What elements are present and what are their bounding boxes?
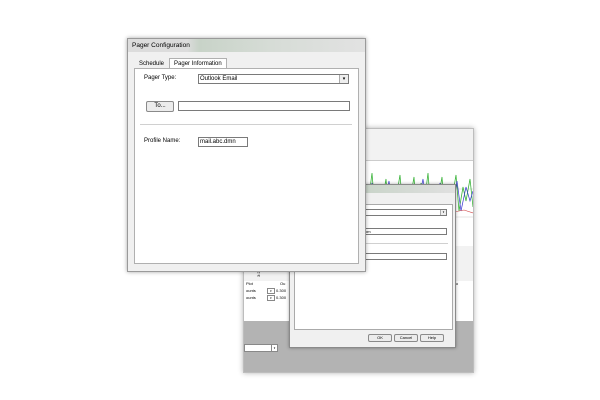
- column-header-plot: Plot: [246, 281, 253, 286]
- dialog-title: Pager Configuration: [128, 39, 365, 52]
- dialog-panel: Pager Type: Outlook Email ▾ To... Profil…: [134, 68, 359, 264]
- row-value: 0.300: [276, 288, 287, 293]
- divider: [140, 124, 352, 125]
- pager-type-label: Pager Type:: [144, 75, 177, 81]
- profile-name-field[interactable]: mail.abc.dmn: [198, 137, 248, 147]
- chevron-down-icon[interactable]: ▾: [266, 288, 275, 294]
- chevron-down-icon[interactable]: ▾: [266, 295, 275, 301]
- pager-configuration-dialog: Pager Configuration Schedule Pager Infor…: [127, 38, 366, 272]
- table-header: Plot Ou: [246, 281, 285, 287]
- pager-type-value: Outlook Email: [200, 76, 238, 82]
- column-header-output: Ou: [280, 281, 286, 286]
- cancel-button[interactable]: Cancel: [394, 334, 418, 342]
- to-button[interactable]: To...: [146, 101, 174, 112]
- table-row[interactable]: ounts ▾ 0.300: [246, 288, 286, 294]
- table-row[interactable]: ounts ▾ 0.300: [246, 295, 286, 301]
- pager-type-select[interactable]: Outlook Email ▾: [198, 74, 349, 84]
- row-label: ounts: [246, 295, 256, 300]
- chevron-down-icon: ▾: [440, 210, 446, 215]
- help-button[interactable]: Help: [420, 334, 444, 342]
- profile-name-label: Profile Name:: [144, 138, 181, 144]
- chevron-down-icon: ▾: [271, 345, 277, 351]
- bottom-combo[interactable]: ▾: [244, 344, 278, 352]
- to-field[interactable]: [178, 101, 350, 111]
- row-value: 0.300: [276, 295, 287, 300]
- row-label: ounts: [246, 288, 256, 293]
- chevron-down-icon: ▾: [339, 75, 348, 83]
- ok-button[interactable]: OK: [368, 334, 392, 342]
- dialog-tabs: Schedule Pager Information: [134, 58, 227, 69]
